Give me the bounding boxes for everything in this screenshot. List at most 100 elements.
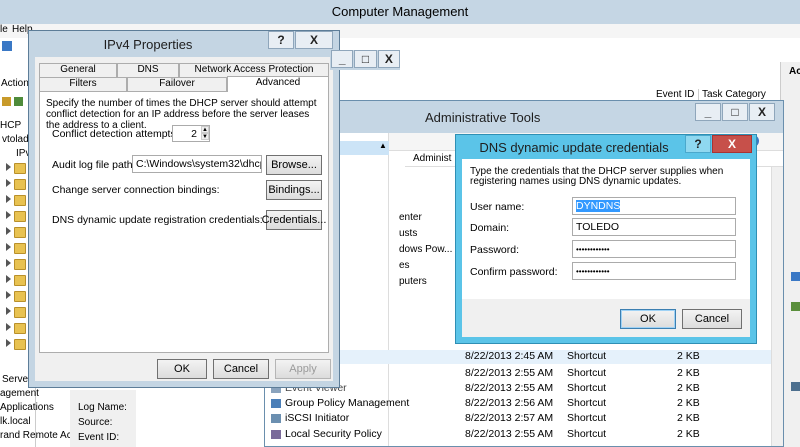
tree-remote-access[interactable]: rand Remote Ac [0, 430, 72, 441]
ok-button[interactable]: OK [157, 359, 207, 379]
tree-folder-row[interactable] [6, 162, 30, 174]
file-row[interactable]: 8/22/2013 2:45 AM Shortcut 2 KB [265, 350, 783, 364]
file-name-partial[interactable]: es [399, 260, 410, 271]
folder-icon [14, 226, 27, 238]
log-name-label: Log Name: [78, 402, 127, 413]
tree-folder-row[interactable] [6, 194, 30, 206]
spin-down-icon[interactable]: ▼ [201, 133, 209, 140]
tree-folder-row[interactable] [6, 274, 30, 286]
breadcrumb[interactable]: Administ [413, 153, 451, 164]
expand-icon[interactable] [6, 339, 11, 347]
back-icon[interactable] [2, 41, 12, 51]
action-icon[interactable] [791, 382, 800, 391]
file-name: Local Security Policy [271, 428, 382, 440]
expand-icon[interactable] [6, 179, 11, 187]
maximize-icon[interactable]: □ [722, 103, 748, 121]
bindings-button[interactable]: Bindings... [266, 180, 322, 200]
file-name-partial[interactable]: usts [399, 228, 417, 239]
expand-icon[interactable] [6, 307, 11, 315]
spin-up-icon[interactable]: ▲ [201, 126, 209, 133]
group-policy-icon [271, 398, 281, 408]
menu-file[interactable]: le [0, 24, 8, 35]
browse-button[interactable]: Browse... [266, 155, 322, 175]
folder-icon [14, 258, 27, 270]
scrollbar[interactable] [771, 167, 783, 446]
tree-folder-row[interactable] [6, 242, 30, 254]
tree-folder-row[interactable] [6, 290, 30, 302]
expand-icon[interactable] [6, 323, 11, 331]
tree-folder-row[interactable] [6, 322, 30, 334]
tree-management[interactable]: agement [0, 388, 39, 399]
tree-folder-row[interactable] [6, 210, 30, 222]
apply-button[interactable]: Apply [275, 359, 331, 379]
tab-nap[interactable]: Network Access Protection [179, 63, 329, 77]
event-id-header[interactable]: Event ID [656, 89, 694, 100]
tree-applications[interactable]: Applications [0, 402, 54, 413]
dns-title: DNS dynamic update credentials [479, 139, 669, 155]
file-row[interactable]: Local Security Policy 8/22/2013 2:55 AM … [265, 428, 783, 442]
scroll-up-icon[interactable]: ▲ [379, 141, 387, 150]
password-input[interactable]: •••••••••••• [572, 240, 736, 258]
file-row[interactable]: Event Viewer 8/22/2013 2:55 AM Shortcut … [265, 382, 783, 396]
expand-icon[interactable] [6, 163, 11, 171]
action-icon[interactable] [791, 272, 800, 281]
tab-failover[interactable]: Failover [127, 77, 227, 91]
expand-icon[interactable] [6, 243, 11, 251]
close-icon[interactable]: X [377, 50, 400, 68]
action-icon[interactable] [791, 302, 800, 311]
actions-label: Actio [789, 66, 800, 77]
close-icon[interactable]: X [295, 31, 333, 49]
file-name-partial[interactable]: enter [399, 212, 422, 223]
maximize-icon[interactable]: □ [354, 50, 377, 68]
ipv4-properties-dialog: IPv4 Properties ? X General DNS Network … [28, 30, 340, 388]
cancel-button[interactable]: Cancel [213, 359, 269, 379]
audit-log-path-input[interactable]: C:\Windows\system32\dhcp [132, 155, 262, 173]
file-row[interactable]: 8/22/2013 2:55 AM Shortcut 2 KB [265, 367, 783, 381]
tab-dns[interactable]: DNS [117, 63, 179, 77]
help-icon[interactable]: ? [268, 31, 294, 49]
tree-local[interactable]: lk.local [0, 416, 31, 427]
close-icon[interactable]: X [749, 103, 775, 121]
file-name-partial[interactable]: puters [399, 276, 427, 287]
tab-filters[interactable]: Filters [39, 77, 127, 91]
tab-advanced[interactable]: Advanced [227, 76, 329, 92]
expand-icon[interactable] [6, 195, 11, 203]
expand-icon[interactable] [6, 211, 11, 219]
toolbar-icon-2[interactable] [14, 97, 23, 106]
help-icon[interactable]: ? [685, 135, 711, 153]
task-category-header[interactable]: Task Category [698, 89, 766, 100]
file-size: 2 KB [677, 382, 700, 394]
close-icon[interactable]: X [712, 135, 752, 153]
tree-folder-row[interactable] [6, 258, 30, 270]
tree-folder-row[interactable] [6, 178, 30, 190]
tab-general[interactable]: General [39, 63, 117, 77]
credentials-button[interactable]: Credentials... [262, 210, 326, 230]
iscsi-icon [271, 413, 281, 423]
action-label[interactable]: Action [1, 78, 29, 89]
file-row[interactable]: iSCSI Initiator 8/22/2013 2:57 AM Shortc… [265, 412, 783, 426]
user-name-label: User name: [470, 201, 525, 213]
tree-folder-row[interactable] [6, 338, 30, 350]
domain-input[interactable]: TOLEDO [572, 218, 736, 236]
confirm-password-value: •••••••••••• [576, 267, 610, 276]
file-date: 8/22/2013 2:57 AM [465, 412, 554, 424]
tree-folder-row[interactable] [6, 306, 30, 318]
folder-icon [14, 242, 27, 254]
toolbar-icon[interactable] [2, 97, 11, 106]
file-name: iSCSI Initiator [271, 412, 349, 424]
cancel-button[interactable]: Cancel [682, 309, 742, 329]
file-date: 8/22/2013 2:55 AM [465, 367, 554, 379]
minimize-icon[interactable]: _ [331, 50, 354, 68]
user-name-input[interactable]: DYNDNS [572, 197, 736, 215]
expand-icon[interactable] [6, 291, 11, 299]
file-row[interactable]: Group Policy Management 8/22/2013 2:56 A… [265, 397, 783, 411]
confirm-password-input[interactable]: •••••••••••• [572, 262, 736, 280]
file-name-partial[interactable]: dows Pow... [399, 244, 452, 255]
ok-button[interactable]: OK [620, 309, 676, 329]
expand-icon[interactable] [6, 275, 11, 283]
tree-dhcp[interactable]: HCP [0, 120, 21, 131]
expand-icon[interactable] [6, 227, 11, 235]
minimize-icon[interactable]: _ [695, 103, 721, 121]
expand-icon[interactable] [6, 259, 11, 267]
tree-folder-row[interactable] [6, 226, 30, 238]
